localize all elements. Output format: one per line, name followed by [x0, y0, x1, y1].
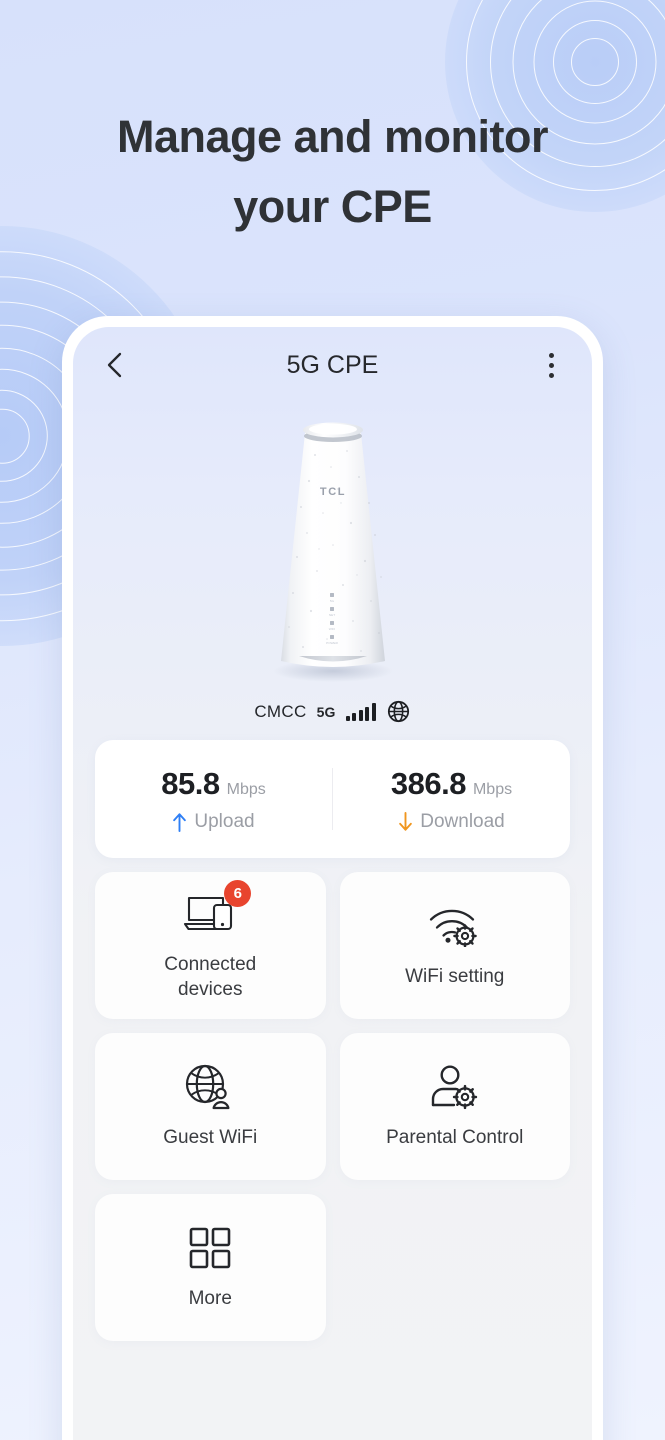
tile-connected-devices[interactable]: 6 Connected devices	[95, 872, 326, 1019]
device-hero: TCL 5G NET WIFI POWER CMCC 5G	[73, 403, 592, 724]
tile-guest-wifi[interactable]: Guest WiFi	[95, 1033, 326, 1180]
promo-headline: Manage and monitor your CPE	[0, 102, 665, 242]
phone-mockup: 5G CPE TCL 5G NET WIFI POWER CMCC 5G 85.…	[62, 316, 603, 1440]
download-speed-value: 386.8	[390, 765, 467, 801]
carrier-label: CMCC	[254, 701, 307, 721]
tile-label-wifi-setting: WiFi setting	[405, 966, 505, 988]
tile-label-connected-devices: Connected devices	[164, 954, 257, 1000]
overflow-menu-icon	[548, 352, 554, 358]
grid-four-icon	[189, 1228, 231, 1269]
tile-wifi-setting[interactable]: WiFi setting	[339, 872, 570, 1019]
back-button[interactable]	[97, 348, 131, 382]
tile-parental-control[interactable]: Parental Control	[339, 1033, 570, 1180]
download-speed-unit: Mbps	[472, 780, 513, 798]
cpe-device-image: TCL 5G NET WIFI POWER	[243, 415, 423, 693]
tile-label-more: More	[188, 1288, 232, 1310]
signal-strength-icon	[345, 702, 376, 721]
upload-speed-unit: Mbps	[226, 780, 266, 798]
download-speed-block: 386.8 Mbps Download	[333, 766, 570, 833]
wifi-gear-icon	[429, 910, 477, 948]
tile-label-guest-wifi: Guest WiFi	[163, 1127, 258, 1149]
app-bar: 5G CPE	[73, 327, 592, 403]
svg-text:WIFI: WIFI	[328, 627, 335, 631]
arrow-down-icon	[399, 811, 413, 831]
upload-speed-block: 85.8 Mbps Upload	[95, 766, 332, 833]
cpe-router-illustration: TCL 5G NET WIFI POWER	[272, 422, 393, 682]
person-gear-icon	[431, 1065, 477, 1110]
speed-summary-card: 85.8 Mbps Upload 386.8 Mbps Download	[95, 740, 570, 858]
headline-line-2: your CPE	[233, 180, 432, 232]
headline-line-1: Manage and monitor	[116, 111, 549, 162]
app-screen: 5G CPE TCL 5G NET WIFI POWER CMCC 5G 85.…	[73, 327, 592, 1440]
svg-text:POWER: POWER	[326, 641, 338, 645]
overflow-menu-button[interactable]	[534, 348, 568, 382]
dashboard-content: 85.8 Mbps Upload 386.8 Mbps Download 6 C…	[73, 724, 592, 1440]
arrow-up-icon	[173, 812, 187, 832]
upload-speed-value: 85.8	[161, 765, 220, 801]
device-brand-text: TCL	[319, 486, 345, 498]
network-status-row: CMCC 5G	[254, 699, 410, 724]
chevron-left-icon	[107, 352, 122, 378]
globe-icon	[387, 700, 409, 723]
feature-tile-grid: 6 Connected devices WiFi setting Guest W…	[95, 872, 570, 1341]
network-type-label: 5G	[316, 703, 336, 720]
tile-more[interactable]: More	[95, 1194, 326, 1341]
svg-text:NET: NET	[328, 613, 334, 617]
tile-label-parental-control: Parental Control	[386, 1127, 524, 1149]
download-speed-label: Download	[420, 810, 505, 832]
page-title: 5G CPE	[286, 350, 379, 379]
svg-text:5G: 5G	[329, 599, 334, 603]
connected-devices-badge: 6	[224, 880, 252, 908]
upload-speed-label: Upload	[194, 810, 255, 832]
globe-person-icon	[186, 1065, 230, 1110]
